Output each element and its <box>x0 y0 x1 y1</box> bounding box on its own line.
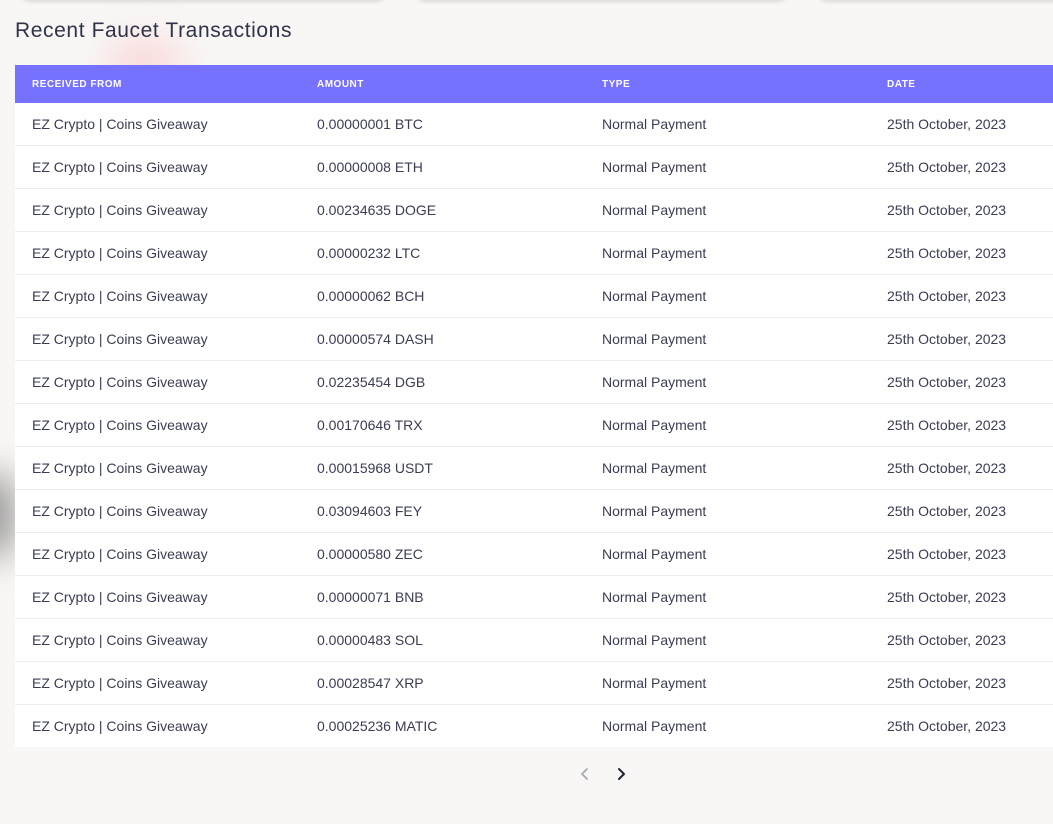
table-body: EZ Crypto | Coins Giveaway 0.00000001 BTC… <box>15 103 1053 747</box>
cell-type: Normal Payment <box>585 532 870 576</box>
cell-received-from: EZ Crypto | Coins Giveaway <box>15 446 300 490</box>
cell-amount: 0.00000008 ETH <box>300 145 585 189</box>
cell-amount: 0.03094603 FEY <box>300 489 585 533</box>
chevron-left-icon <box>581 768 588 780</box>
cell-received-from: EZ Crypto | Coins Giveaway <box>15 231 300 275</box>
transactions-table-container: RECEIVED FROM AMOUNT TYPE DATE EZ Crypto… <box>15 65 1053 747</box>
cell-type: Normal Payment <box>585 489 870 533</box>
table-row: EZ Crypto | Coins Giveaway 0.00000580 ZEC… <box>15 532 1053 576</box>
cell-amount: 0.02235454 DGB <box>300 360 585 404</box>
cell-amount: 0.00000574 DASH <box>300 317 585 361</box>
cell-date: 25th October, 2023 <box>870 403 1053 447</box>
cell-type: Normal Payment <box>585 103 870 146</box>
cell-received-from: EZ Crypto | Coins Giveaway <box>15 317 300 361</box>
table-row: EZ Crypto | Coins Giveaway 0.00234635 DOG… <box>15 188 1053 232</box>
cell-type: Normal Payment <box>585 403 870 447</box>
table-row: EZ Crypto | Coins Giveaway 0.03094603 FEY… <box>15 489 1053 533</box>
table-row: EZ Crypto | Coins Giveaway 0.00000071 BNB… <box>15 575 1053 619</box>
pagination <box>575 763 631 785</box>
table-row: EZ Crypto | Coins Giveaway 0.00000001 BTC… <box>15 103 1053 146</box>
column-header-received-from: RECEIVED FROM <box>32 78 122 90</box>
cell-amount: 0.00000062 BCH <box>300 274 585 318</box>
cell-amount: 0.00028547 XRP <box>300 661 585 705</box>
cell-date: 25th October, 2023 <box>870 103 1053 146</box>
cell-date: 25th October, 2023 <box>870 231 1053 275</box>
table-row: EZ Crypto | Coins Giveaway 0.00015968 USD… <box>15 446 1053 490</box>
cell-received-from: EZ Crypto | Coins Giveaway <box>15 618 300 662</box>
cell-date: 25th October, 2023 <box>870 446 1053 490</box>
cell-amount: 0.00025236 MATIC <box>317 718 438 734</box>
table-row: EZ Crypto | Coins Giveaway 0.00025236 MAT… <box>15 705 1053 748</box>
cell-type: Normal Payment <box>585 317 870 361</box>
cell-date: 25th October, 2023 <box>870 661 1053 705</box>
cell-type: Normal Payment <box>585 145 870 189</box>
chevron-right-icon <box>618 768 625 780</box>
table-row: EZ Crypto | Coins Giveaway 0.02235454 DGB… <box>15 360 1053 404</box>
cell-received-from: EZ Crypto | Coins Giveaway <box>32 718 208 734</box>
cell-received-from: EZ Crypto | Coins Giveaway <box>15 188 300 232</box>
table-row: EZ Crypto | Coins Giveaway 0.00000008 ETH… <box>15 145 1053 189</box>
cell-type: Normal Payment <box>585 188 870 232</box>
cell-date: 25th October, 2023 <box>870 274 1053 318</box>
cell-received-from: EZ Crypto | Coins Giveaway <box>15 532 300 576</box>
cell-type: Normal Payment <box>585 618 870 662</box>
cell-amount: 0.00234635 DOGE <box>300 188 585 232</box>
cell-received-from: EZ Crypto | Coins Giveaway <box>15 575 300 619</box>
table-header-row: RECEIVED FROM AMOUNT TYPE DATE <box>15 65 1053 103</box>
page-title: Recent Faucet Transactions <box>15 19 293 42</box>
cell-amount: 0.00000071 BNB <box>300 575 585 619</box>
cell-received-from: EZ Crypto | Coins Giveaway <box>15 403 300 447</box>
cell-received-from: EZ Crypto | Coins Giveaway <box>15 274 300 318</box>
background-blob-dark <box>0 470 15 560</box>
table-row: EZ Crypto | Coins Giveaway 0.00170646 TRX… <box>15 403 1053 447</box>
cell-date: 25th October, 2023 <box>870 575 1053 619</box>
cell-date: 25th October, 2023 <box>870 532 1053 576</box>
column-header-amount: AMOUNT <box>317 78 364 90</box>
prev-page-button[interactable] <box>575 763 595 785</box>
cell-type: Normal Payment <box>585 661 870 705</box>
cell-date: 25th October, 2023 <box>870 360 1053 404</box>
cell-date: 25th October, 2023 <box>870 489 1053 533</box>
transactions-table: RECEIVED FROM AMOUNT TYPE DATE EZ Crypto… <box>15 65 1053 747</box>
cell-type: Normal Payment <box>585 231 870 275</box>
cell-type: Normal Payment <box>585 446 870 490</box>
cell-date: 25th October, 2023 <box>870 317 1053 361</box>
cell-date: 25th October, 2023 <box>870 618 1053 662</box>
cell-type: Normal Payment <box>585 360 870 404</box>
cell-type: Normal Payment <box>585 575 870 619</box>
cell-amount: 0.00000232 LTC <box>300 231 585 275</box>
cell-amount: 0.00000001 BTC <box>300 103 585 146</box>
cell-received-from: EZ Crypto | Coins Giveaway <box>15 489 300 533</box>
table-row: EZ Crypto | Coins Giveaway 0.00000483 SOL… <box>15 618 1053 662</box>
cell-received-from: EZ Crypto | Coins Giveaway <box>15 103 300 146</box>
cell-type: Normal Payment <box>602 718 707 734</box>
table-row: EZ Crypto | Coins Giveaway 0.00028547 XRP… <box>15 661 1053 705</box>
column-header-type: TYPE <box>602 78 631 90</box>
cell-amount: 0.00000580 ZEC <box>300 532 585 576</box>
cell-amount: 0.00170646 TRX <box>300 403 585 447</box>
cell-received-from: EZ Crypto | Coins Giveaway <box>15 360 300 404</box>
column-header-date: DATE <box>887 78 916 90</box>
cell-date: 25th October, 2023 <box>870 145 1053 189</box>
cell-type: Normal Payment <box>585 274 870 318</box>
cell-received-from: EZ Crypto | Coins Giveaway <box>15 145 300 189</box>
cell-date: 25th October, 2023 <box>887 718 1007 734</box>
table-row: EZ Crypto | Coins Giveaway 0.00000574 DAS… <box>15 317 1053 361</box>
table-row: EZ Crypto | Coins Giveaway 0.00000062 BCH… <box>15 274 1053 318</box>
next-page-button[interactable] <box>611 763 631 785</box>
cell-amount: 0.00015968 USDT <box>300 446 585 490</box>
cell-amount: 0.00000483 SOL <box>300 618 585 662</box>
cell-date: 25th October, 2023 <box>870 188 1053 232</box>
table-row: EZ Crypto | Coins Giveaway 0.00000232 LTC… <box>15 231 1053 275</box>
cell-received-from: EZ Crypto | Coins Giveaway <box>15 661 300 705</box>
